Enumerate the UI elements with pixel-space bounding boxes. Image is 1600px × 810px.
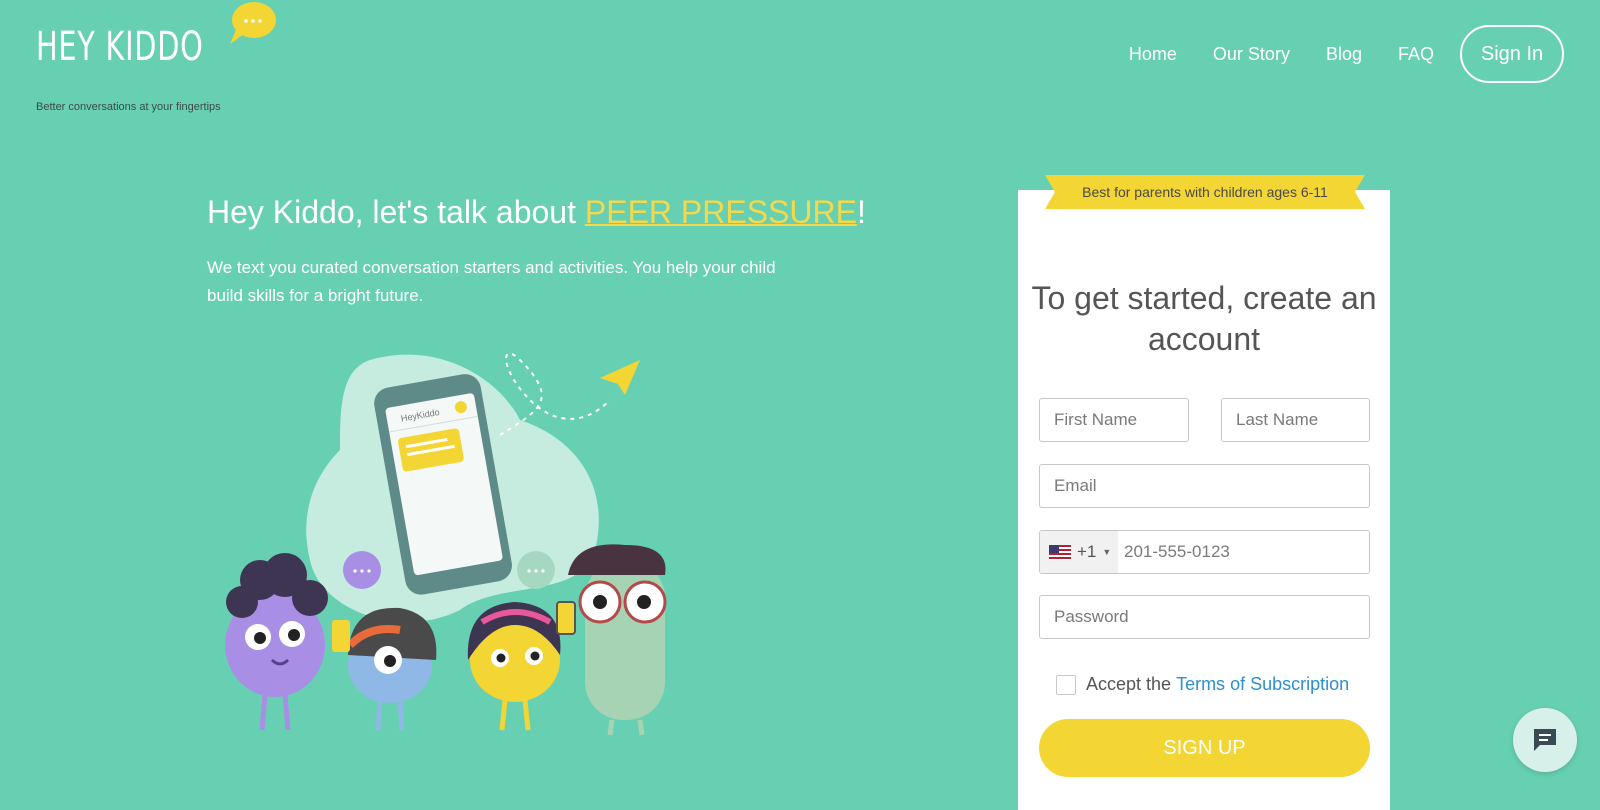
purple-character — [225, 553, 328, 731]
sign-in-button[interactable]: Sign In — [1460, 25, 1564, 83]
country-code-select[interactable]: +1 ▼ — [1040, 531, 1118, 573]
purple-chat-bubble-icon — [343, 551, 381, 589]
last-name-field[interactable] — [1221, 398, 1370, 442]
blue-character — [332, 607, 437, 731]
hero-title-prefix: Hey Kiddo, let's talk about — [207, 194, 585, 230]
paper-plane-icon — [600, 360, 640, 395]
chat-widget-button[interactable] — [1513, 708, 1577, 772]
green-chat-bubble-icon — [517, 551, 555, 589]
terms-checkbox[interactable] — [1056, 674, 1076, 695]
hero-title-suffix: ! — [856, 194, 866, 230]
sign-up-button[interactable]: SIGN UP — [1039, 719, 1370, 777]
phone-field: +1 ▼ — [1039, 530, 1370, 574]
terms-link[interactable]: Terms of Subscription — [1176, 674, 1349, 695]
brand-logo[interactable]: HEY KIDDO Better conversations at your f… — [36, 0, 276, 120]
country-code-value: +1 — [1077, 542, 1097, 561]
terms-row: Accept the Terms of Subscription — [1056, 674, 1349, 695]
age-ribbon: Best for parents with children ages 6-11 — [1045, 175, 1365, 209]
speech-bubble-icon — [230, 2, 276, 44]
chat-icon — [1534, 729, 1556, 751]
nav-home[interactable]: Home — [1129, 44, 1177, 65]
logo-wordmark: HEY KIDDO — [36, 24, 204, 70]
terms-label: Accept the — [1086, 674, 1172, 694]
phone-input[interactable] — [1118, 531, 1369, 573]
ribbon-text: Best for parents with children ages 6-11 — [1082, 184, 1328, 200]
nav-blog[interactable]: Blog — [1326, 44, 1362, 65]
password-field[interactable] — [1039, 595, 1370, 639]
nav-our-story[interactable]: Our Story — [1213, 44, 1290, 65]
brand-tagline: Better conversations at your fingertips — [36, 101, 221, 113]
us-flag-icon — [1049, 544, 1071, 560]
signup-title: To get started, create an account — [1031, 280, 1377, 357]
email-field[interactable] — [1039, 464, 1370, 508]
nav-faq[interactable]: FAQ — [1398, 44, 1434, 65]
top-nav: Home Our Story Blog FAQ Sign In — [1129, 25, 1564, 83]
green-character — [568, 544, 667, 736]
hero-title: Hey Kiddo, let's talk about PEER PRESSUR… — [207, 194, 866, 231]
yellow-character — [467, 601, 576, 731]
first-name-field[interactable] — [1039, 398, 1189, 442]
hero-title-topic-link[interactable]: PEER PRESSURE — [585, 194, 857, 230]
hero-subtitle: We text you curated conversation starter… — [207, 258, 776, 305]
blob-small-shape — [320, 462, 360, 518]
kids-with-phones-illustration: HeyKiddo — [225, 352, 667, 736]
chevron-down-icon: ▼ — [1102, 547, 1112, 557]
